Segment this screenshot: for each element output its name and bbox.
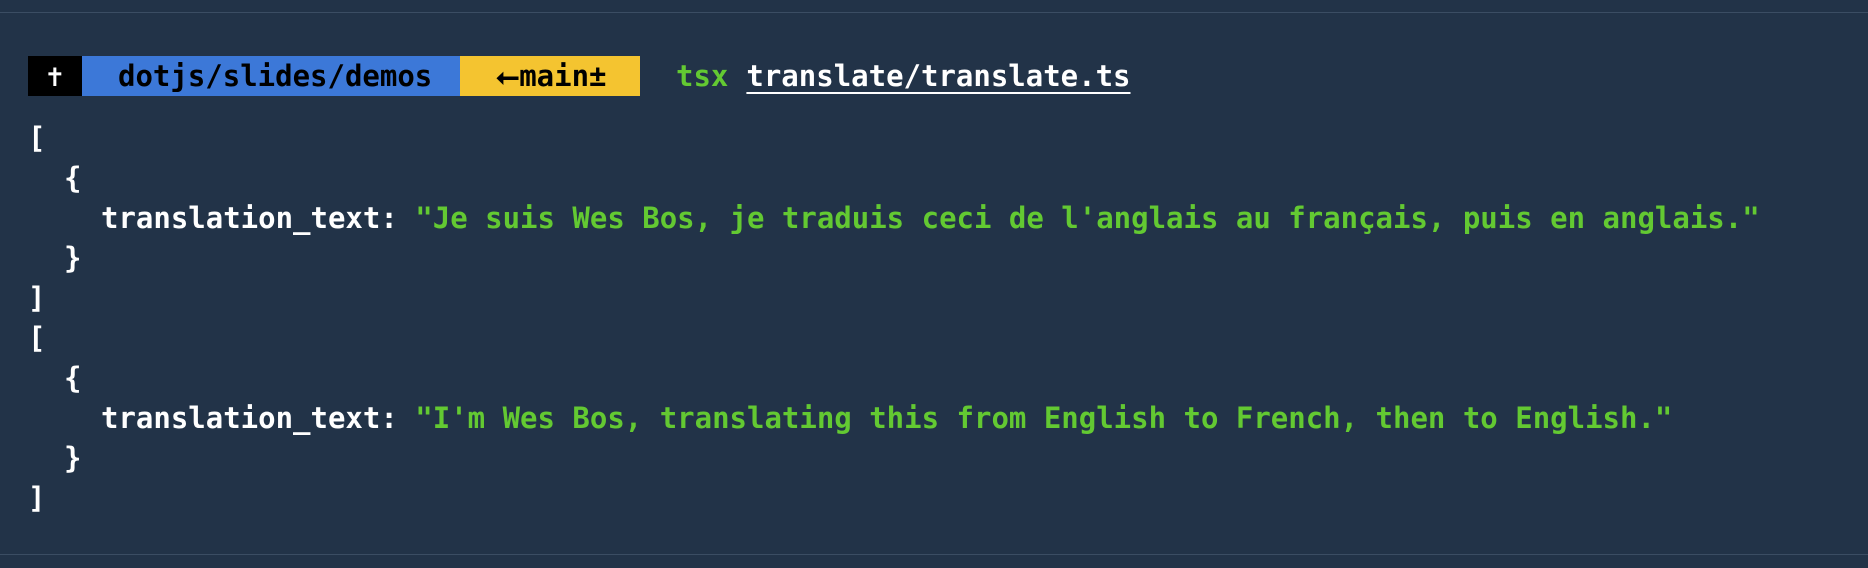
close-bracket: ] bbox=[28, 481, 46, 515]
cross-icon: ✝ bbox=[46, 59, 64, 93]
close-brace: } bbox=[64, 441, 82, 475]
branch-arrow-icon: ⭠ bbox=[496, 58, 520, 93]
top-divider bbox=[0, 12, 1868, 13]
bottom-divider bbox=[0, 554, 1868, 555]
open-brace: { bbox=[64, 161, 82, 195]
close-bracket: ] bbox=[28, 281, 46, 315]
open-bracket: [ bbox=[28, 321, 46, 355]
open-brace: { bbox=[64, 361, 82, 395]
current-directory: dotjs/slides/demos bbox=[118, 59, 433, 93]
result-entry: translation_text: "Je suis Wes Bos, je t… bbox=[28, 198, 1760, 238]
open-bracket: [ bbox=[28, 121, 46, 155]
git-branch-name: main± bbox=[519, 59, 607, 93]
command-output: [ { translation_text: "Je suis Wes Bos, … bbox=[28, 118, 1760, 518]
result-value: "I'm Wes Bos, translating this from Engl… bbox=[415, 401, 1673, 435]
close-brace: } bbox=[64, 241, 82, 275]
prompt-git-branch-segment: ⭠ main± bbox=[460, 56, 640, 96]
command-name: tsx bbox=[676, 59, 729, 93]
result-value: "Je suis Wes Bos, je traduis ceci de l'a… bbox=[415, 201, 1760, 235]
result-entry: translation_text: "I'm Wes Bos, translat… bbox=[28, 398, 1760, 438]
command-argument-link[interactable]: translate/translate.ts bbox=[746, 59, 1130, 93]
result-block: [ { translation_text: "I'm Wes Bos, tran… bbox=[28, 318, 1760, 518]
result-key: translation_text: bbox=[101, 201, 398, 235]
terminal-window[interactable]: ✝ dotjs/slides/demos ⭠ main± tsx transla… bbox=[0, 0, 1868, 568]
shell-prompt: ✝ dotjs/slides/demos ⭠ main± tsx transla… bbox=[28, 56, 1131, 96]
result-block: [ { translation_text: "Je suis Wes Bos, … bbox=[28, 118, 1760, 318]
result-key: translation_text: bbox=[101, 401, 398, 435]
prompt-path-segment: dotjs/slides/demos bbox=[82, 56, 460, 96]
prompt-root-segment: ✝ bbox=[28, 56, 82, 96]
